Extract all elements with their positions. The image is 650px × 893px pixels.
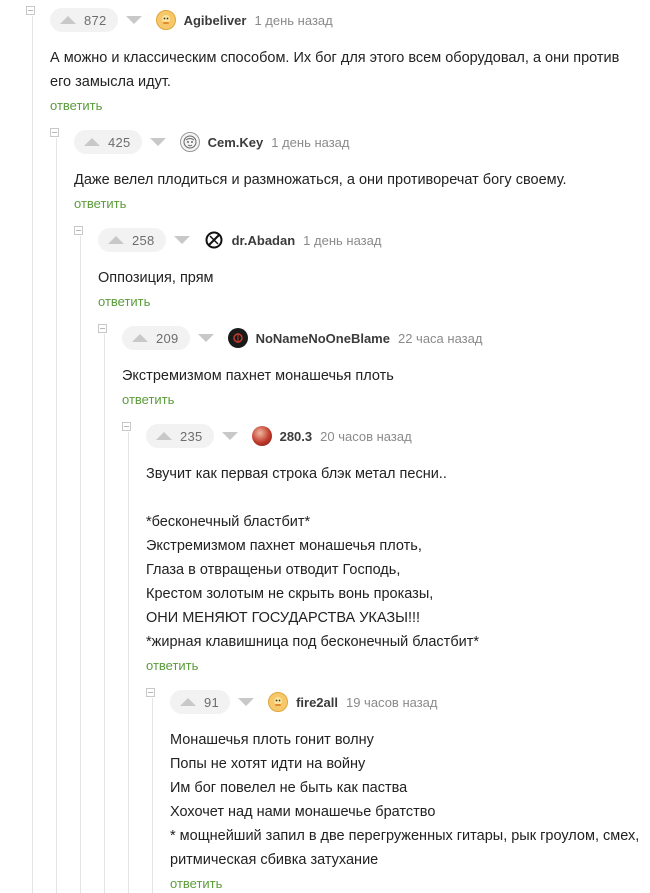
duck-avatar-icon[interactable] [268, 692, 289, 712]
comment-text-line: ОНИ МЕНЯЮТ ГОСУДАРСТВА УКАЗЫ!!! [146, 610, 421, 626]
comment-text-line: Даже велел плодиться и размножаться, а о… [74, 172, 567, 188]
rating-control: 91 [170, 690, 231, 714]
comment-header: 258 dr.Abadan 1 день назад [74, 226, 642, 252]
collapse-thread-button[interactable] [74, 226, 83, 235]
comment-header: 91 fire2all 19 часов назад [146, 688, 642, 714]
reply-link[interactable]: ответить [122, 392, 174, 407]
comment-body: Звучит как первая строка блэк метал песн… [146, 462, 642, 654]
duck-avatar-icon[interactable] [155, 10, 176, 30]
comment-time[interactable]: 22 часа назад [398, 331, 482, 346]
author-name[interactable]: Cem.Key [208, 135, 264, 150]
rating-score: 425 [108, 134, 131, 150]
comment-text-line: Оппозиция, прям [98, 270, 214, 286]
reply-link[interactable]: ответить [170, 876, 222, 891]
comment-header: 425 Cem.Key 1 день назад [50, 128, 642, 154]
comment-body: Даже велел плодиться и размножаться, а о… [74, 168, 642, 192]
comment-text-line: Глаза в отвращеньи отводит Господь, [146, 562, 401, 578]
comment: 91 fire2all 19 часов назад Монашечья пло… [146, 688, 642, 893]
thread-line [56, 138, 57, 893]
comment-time[interactable]: 19 часов назад [346, 695, 438, 710]
rating-score: 209 [156, 330, 179, 346]
comment: 425 Cem.Key 1 день назад Даже велел плод… [50, 128, 642, 213]
downvote-arrow-icon[interactable] [238, 698, 255, 706]
upvote-arrow-icon[interactable] [60, 16, 76, 24]
rating-control: 258 [98, 228, 166, 252]
author-name[interactable]: dr.Abadan [232, 233, 296, 248]
downvote-arrow-icon[interactable] [197, 334, 214, 342]
comment: 235 280.3 20 часов назад Звучит как перв… [122, 422, 642, 675]
downvote-arrow-icon[interactable] [221, 432, 238, 440]
comment-body: Экстремизмом пахнет монашечья плоть [122, 364, 642, 388]
rating-control: 235 [146, 424, 214, 448]
red-photo-avatar-icon[interactable] [251, 426, 272, 446]
rating-control: 425 [74, 130, 142, 154]
comment-body: Оппозиция, прям [98, 266, 642, 290]
reply-link[interactable]: ответить [74, 196, 126, 211]
comment-text-line [146, 486, 642, 510]
author-name[interactable]: fire2all [296, 695, 338, 710]
comment-text-line: Крестом золотым не скрыть вонь проказы, [146, 586, 434, 602]
thread-line [152, 698, 153, 893]
comment-text-line: * мощнейший запил в две перегруженных ги… [170, 828, 640, 868]
collapse-thread-button[interactable] [26, 6, 35, 15]
rating-control: 209 [122, 326, 190, 350]
rating-score: 91 [204, 694, 220, 710]
comment-header: 235 280.3 20 часов назад [122, 422, 642, 448]
dark-emblem-avatar-icon[interactable] [227, 328, 248, 348]
author-name[interactable]: NoNameNoOneBlame [256, 331, 390, 346]
collapse-thread-button[interactable] [98, 324, 107, 333]
crossed-circle-avatar-icon[interactable] [203, 230, 224, 250]
downvote-arrow-icon[interactable] [125, 16, 142, 24]
rating-score: 235 [180, 428, 203, 444]
comment-time[interactable]: 1 день назад [271, 135, 349, 150]
comment-text-line: Экстремизмом пахнет монашечья плоть, [146, 538, 422, 554]
author-name[interactable]: Agibeliver [184, 13, 247, 28]
thread-line [32, 16, 33, 893]
comment-text-line: А можно и классическим способом. Их бог … [50, 50, 620, 90]
upvote-arrow-icon[interactable] [84, 138, 100, 146]
comment-text-line: Звучит как первая строка блэк метал песн… [146, 466, 447, 482]
collapse-thread-button[interactable] [50, 128, 59, 137]
comment-text-line: *бесконечный бластбит* [146, 514, 311, 530]
reply-link[interactable]: ответить [98, 294, 150, 309]
rating-score: 872 [84, 12, 107, 28]
comment-header: 209 NoNameNoOneBlame 22 часа назад [98, 324, 642, 350]
comment-body: Монашечья плоть гонит волну Попы не хотя… [170, 728, 642, 872]
comment: 209 NoNameNoOneBlame 22 часа назад Экстр… [98, 324, 642, 409]
upvote-arrow-icon[interactable] [132, 334, 148, 342]
downvote-arrow-icon[interactable] [149, 138, 166, 146]
comment-body: А можно и классическим способом. Их бог … [50, 46, 642, 94]
comment-header: 872 Agibeliver 1 день назад [26, 6, 642, 32]
upvote-arrow-icon[interactable] [108, 236, 124, 244]
author-name[interactable]: 280.3 [280, 429, 313, 444]
downvote-arrow-icon[interactable] [173, 236, 190, 244]
upvote-arrow-icon[interactable] [180, 698, 196, 706]
thread-line [80, 236, 81, 893]
comment-time[interactable]: 1 день назад [254, 13, 332, 28]
comment-text-line: Попы не хотят идти на войну [170, 756, 366, 772]
comment-text-line: Им бог повелел не быть как паства [170, 780, 408, 796]
comment-text-line: Хохочет над нами монашечье братство [170, 804, 436, 820]
upvote-arrow-icon[interactable] [156, 432, 172, 440]
sketch-face-avatar-icon[interactable] [179, 132, 200, 152]
comment-time[interactable]: 1 день назад [303, 233, 381, 248]
comment-text-line: Монашечья плоть гонит волну [170, 732, 374, 748]
collapse-thread-button[interactable] [146, 688, 155, 697]
thread-line [128, 432, 129, 893]
comment: 258 dr.Abadan 1 день назад Оппозиция, пр… [74, 226, 642, 311]
comment-text-line: *жирная клавишница под бесконечный бласт… [146, 634, 480, 650]
rating-control: 872 [50, 8, 118, 32]
comment-text-line: Экстремизмом пахнет монашечья плоть [122, 368, 394, 384]
collapse-thread-button[interactable] [122, 422, 131, 431]
comment: 872 Agibeliver 1 день назад А можно и кл… [26, 6, 642, 115]
rating-score: 258 [132, 232, 155, 248]
reply-link[interactable]: ответить [50, 98, 102, 113]
thread-line [104, 334, 105, 893]
comment-time[interactable]: 20 часов назад [320, 429, 412, 444]
reply-link[interactable]: ответить [146, 658, 198, 673]
